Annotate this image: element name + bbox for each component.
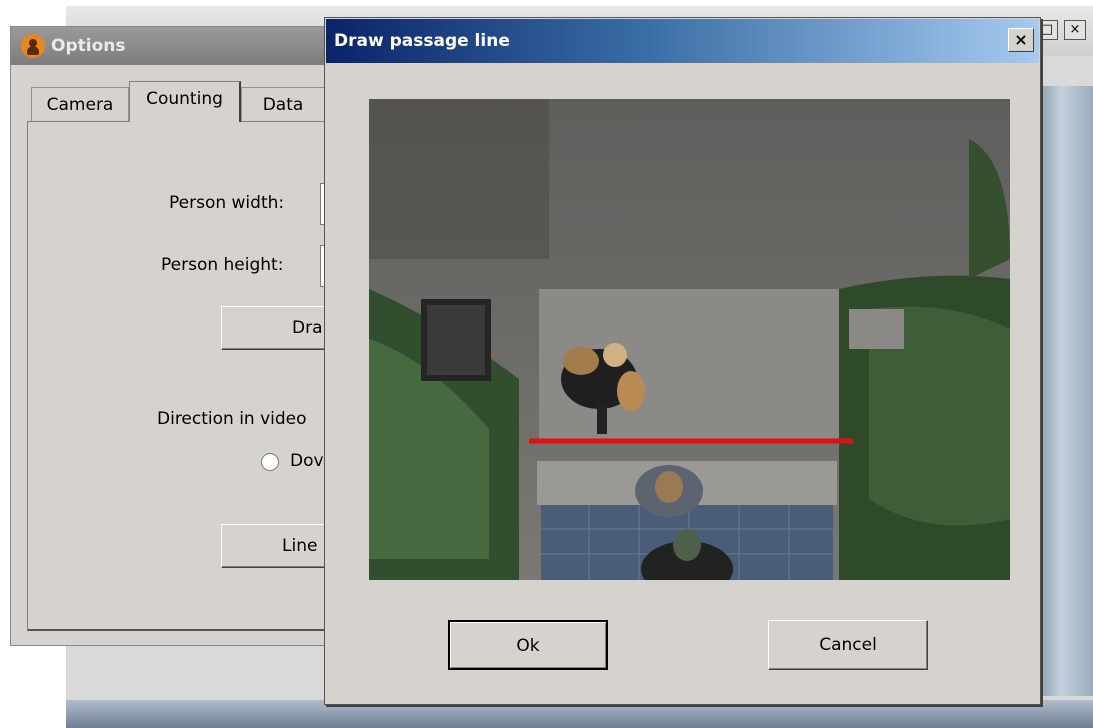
tab-counting[interactable]: Counting xyxy=(129,81,241,122)
ok-button[interactable]: Ok xyxy=(448,620,608,670)
background-panel xyxy=(1040,86,1093,696)
person-height-label: Person height: xyxy=(161,255,284,275)
draw-button[interactable]: Dra xyxy=(221,306,341,350)
line-button[interactable]: Line xyxy=(221,524,341,568)
camera-scene xyxy=(369,99,1010,580)
options-dialog: Options Camera Counting Data Person widt… xyxy=(10,26,347,646)
dialog-titlebar: Draw passage line xyxy=(326,19,1039,63)
tab-camera[interactable]: Camera xyxy=(31,87,129,121)
draw-passage-line-dialog: Draw passage line × Ok Cancel xyxy=(324,17,1041,705)
options-titlebar: Options xyxy=(11,27,339,65)
cancel-button[interactable]: Cancel xyxy=(768,620,928,670)
background-close-button[interactable]: × xyxy=(1064,20,1086,40)
person-width-label: Person width: xyxy=(169,193,285,213)
tab-data[interactable]: Data xyxy=(241,87,325,121)
close-button[interactable]: × xyxy=(1008,28,1034,52)
person-app-icon xyxy=(21,34,45,58)
direction-label: Direction in video xyxy=(157,409,307,429)
options-title: Options xyxy=(51,36,126,56)
camera-video-frame[interactable] xyxy=(369,99,1010,580)
direction-radio-label: Dov xyxy=(290,451,324,471)
dialog-title: Draw passage line xyxy=(334,31,510,51)
direction-radio[interactable] xyxy=(261,453,279,471)
